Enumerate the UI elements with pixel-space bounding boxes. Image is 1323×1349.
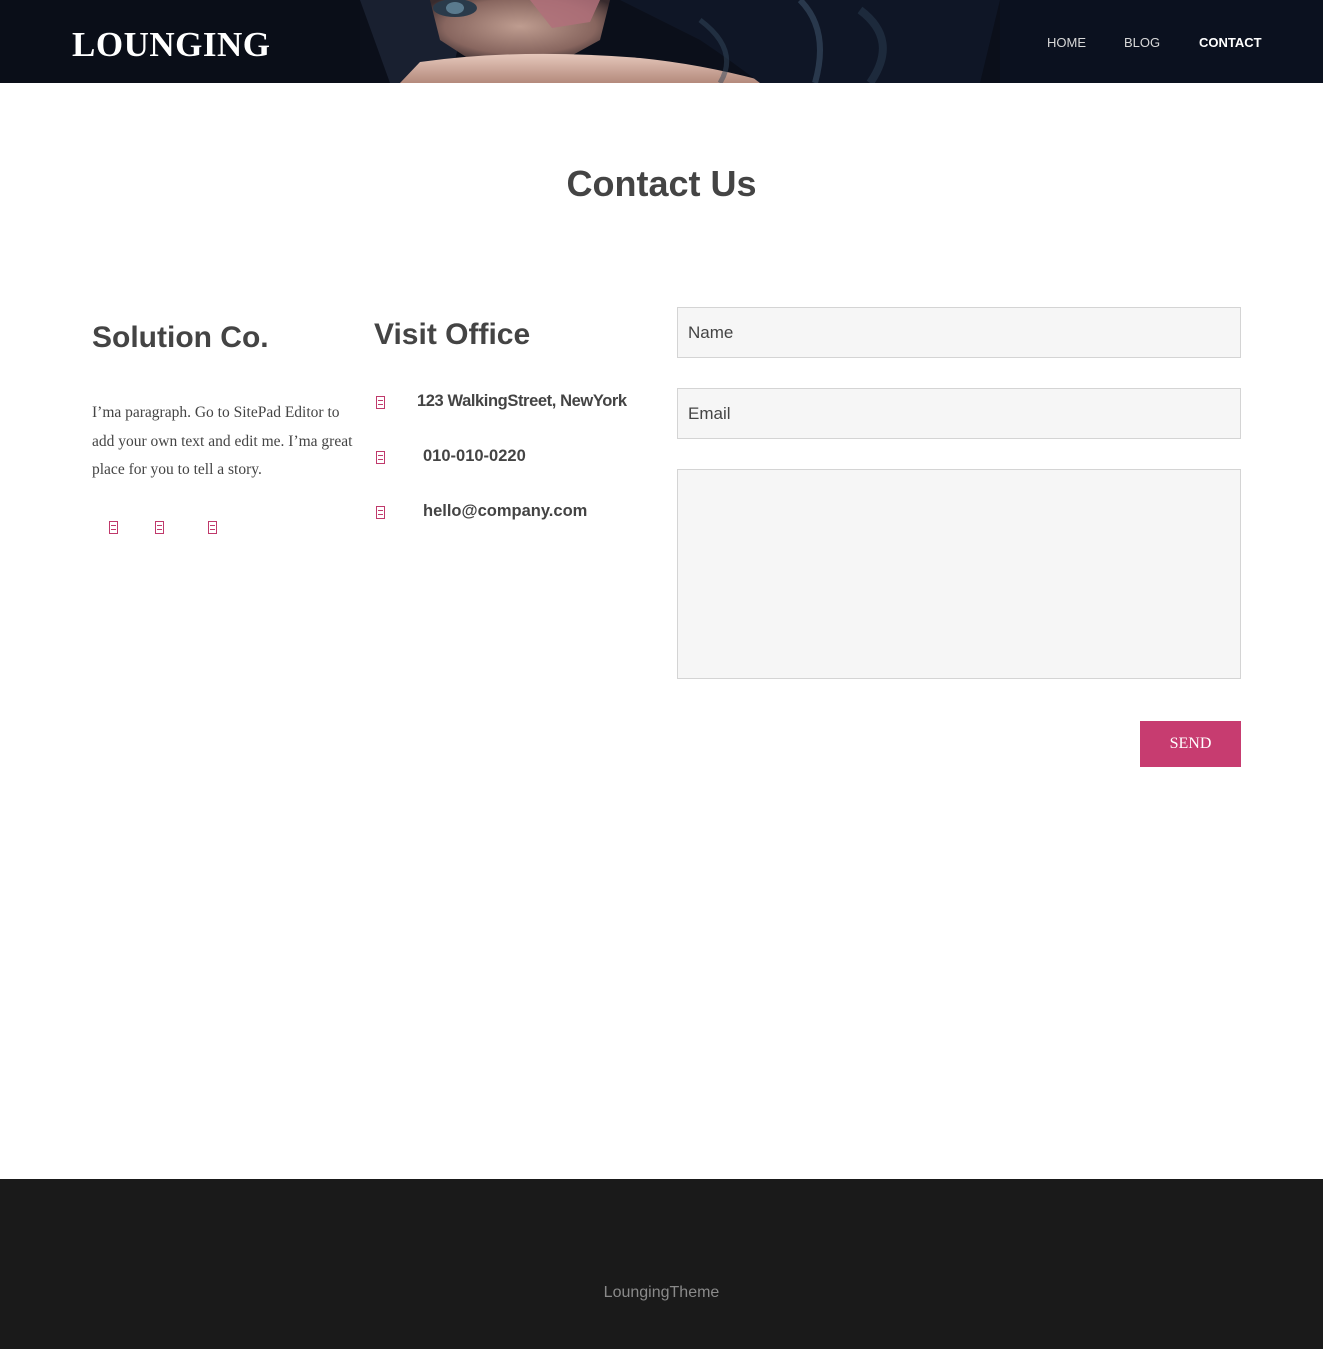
office-address: 123 WalkingStreet, NewYork [417, 392, 627, 410]
footer-text: LoungingTheme [603, 1284, 720, 1301]
main-nav: HOME BLOG CONTACT [0, 34, 1323, 54]
nav-blog[interactable]: BLOG [1124, 34, 1160, 52]
nav-contact[interactable]: CONTACT [1199, 34, 1262, 52]
phone-icon [376, 451, 385, 464]
office-email: hello@company.com [423, 502, 588, 520]
site-header: LOUNGING HOME BLOG CONTACT [0, 0, 1323, 83]
twitter-icon[interactable] [155, 521, 164, 534]
envelope-icon [376, 506, 385, 519]
social-links [0, 519, 300, 539]
office-title: Visit Office [374, 318, 531, 351]
facebook-icon[interactable] [109, 521, 118, 534]
name-field[interactable] [677, 307, 1241, 358]
email-field[interactable] [677, 388, 1241, 439]
send-button[interactable]: SEND [1140, 721, 1241, 767]
company-title: Solution Co. [92, 321, 269, 354]
site-footer: LoungingTheme [0, 1179, 1323, 1349]
linkedin-icon[interactable] [208, 521, 217, 534]
message-field[interactable] [677, 469, 1241, 679]
office-phone: 010-010-0220 [423, 447, 526, 465]
page-title: Contact Us [566, 163, 757, 204]
company-paragraph: I’ma paragraph. Go to SitePad Editor to … [92, 404, 353, 478]
nav-home[interactable]: HOME [1047, 34, 1086, 52]
map-marker-icon [376, 396, 385, 409]
